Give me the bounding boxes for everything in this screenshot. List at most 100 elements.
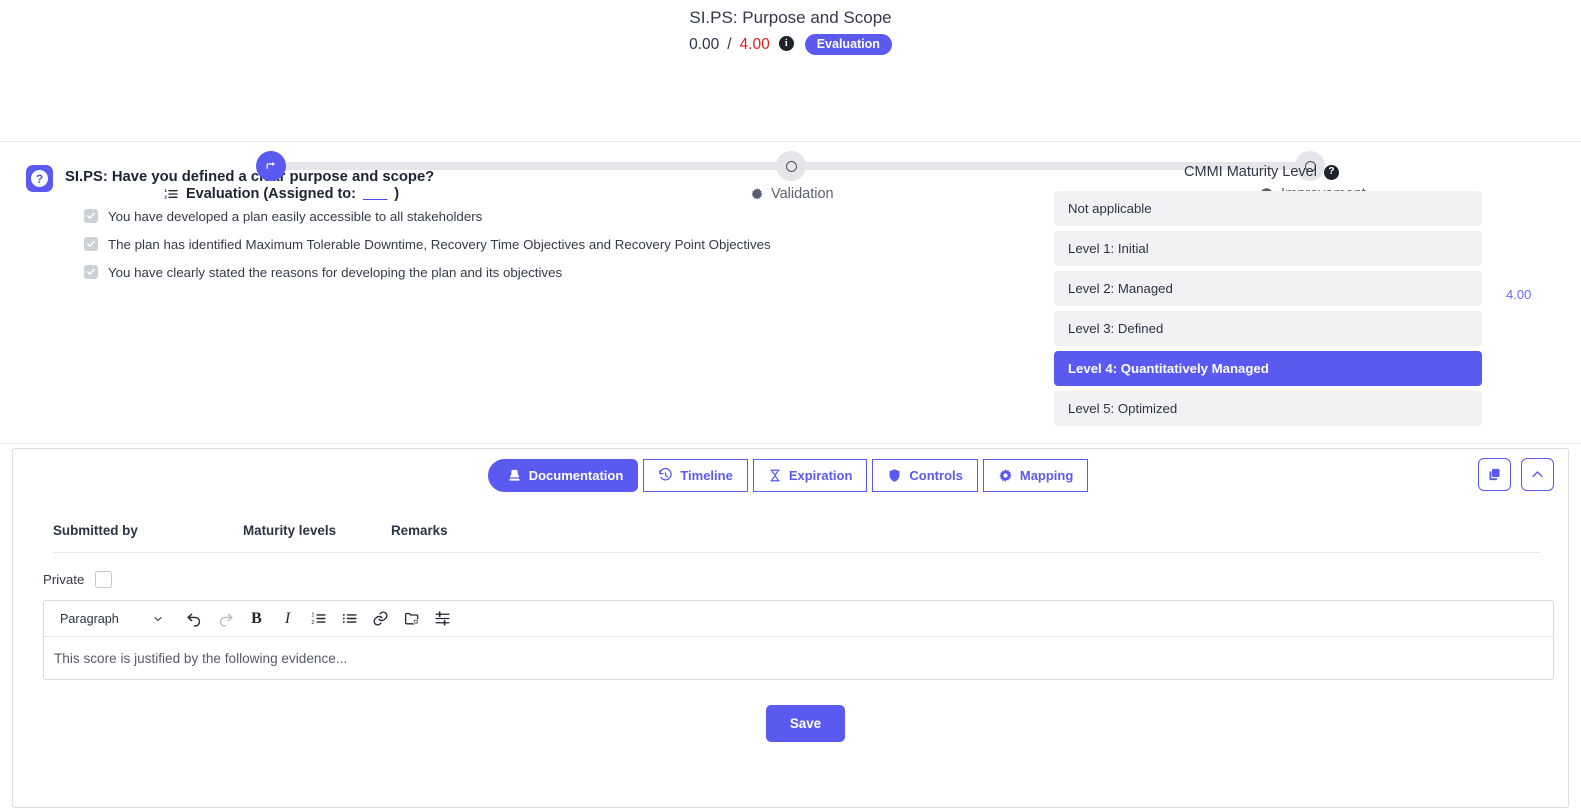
rich-text-editor: Paragraph B I 1 2 This score is justifie…	[43, 600, 1554, 680]
ordered-list-icon: 1 2	[311, 613, 326, 626]
maturity-level-option[interactable]: Level 5: Optimized	[1054, 391, 1482, 426]
tab-documentation[interactable]: Documentation	[487, 458, 639, 492]
criterion-checkbox[interactable]	[84, 237, 98, 251]
svg-text:2: 2	[311, 620, 314, 626]
shield-icon	[889, 468, 900, 482]
duplicate-button[interactable]	[1478, 458, 1511, 491]
undo-button[interactable]	[180, 605, 209, 633]
tab-label: Mapping	[1019, 467, 1074, 483]
stepper-text-validation: Validation	[771, 186, 834, 202]
tab-expiration[interactable]: Expiration	[752, 458, 868, 492]
max-score: 4.00	[739, 35, 770, 53]
tab-action-buttons	[1478, 458, 1554, 491]
tab-mapping[interactable]: Mapping	[982, 458, 1089, 492]
insert-media-button[interactable]	[397, 605, 426, 633]
remark-editor-zone: Private Paragraph B I 1 2 This score is …	[13, 553, 1568, 742]
maturity-level-option[interactable]: Level 1: Initial	[1054, 231, 1482, 266]
maturity-level-option[interactable]: Not applicable	[1054, 191, 1482, 226]
question-panel: ? SI.PS: Have you defined a clear purpos…	[0, 164, 1040, 432]
criterion-label: You have clearly stated the reasons for …	[108, 264, 563, 280]
svg-text:1: 1	[164, 188, 167, 193]
tab-label: Timeline	[680, 467, 733, 483]
score-summary: 0.00 / 4.00 i Evaluation	[0, 34, 1581, 55]
copy-icon	[1489, 468, 1500, 481]
tab-label: Documentation	[528, 467, 624, 483]
svg-text:1: 1	[311, 613, 314, 619]
maturity-level-list: Not applicable Level 1: Initial Level 2:…	[1054, 191, 1482, 426]
redo-icon	[219, 613, 233, 627]
check-icon	[86, 240, 96, 247]
maturity-title-text: CMMI Maturity Level	[1184, 164, 1317, 180]
editor-toolbar: Paragraph B I 1 2	[44, 601, 1553, 637]
private-checkbox[interactable]	[95, 571, 113, 588]
block-format-value: Paragraph	[60, 611, 119, 626]
hourglass-icon	[770, 469, 780, 481]
link-icon	[373, 611, 388, 626]
criterion-row[interactable]: You have developed a plan easily accessi…	[84, 202, 1040, 230]
stepper-text-evaluation: Evaluation (Assigned to:	[186, 186, 356, 202]
save-row: Save	[43, 705, 1568, 742]
check-icon	[86, 268, 96, 275]
tab-label: Controls	[909, 467, 963, 483]
italic-button[interactable]: I	[273, 605, 302, 633]
criterion-checkbox[interactable]	[84, 209, 98, 223]
pen-icon	[266, 161, 275, 169]
stepper-label-validation[interactable]: Validation	[750, 186, 834, 202]
maturity-level-option-selected[interactable]: Level 4: Quantitatively Managed	[1054, 351, 1482, 386]
bullet-list-button[interactable]	[335, 605, 364, 633]
bullet-list-icon	[342, 614, 357, 623]
score-separator: /	[727, 35, 732, 53]
undo-icon	[187, 613, 201, 627]
gear-icon	[751, 188, 763, 200]
help-icon[interactable]: ?	[1323, 164, 1339, 180]
ordered-list-button[interactable]: 1 2	[304, 605, 333, 633]
page-header: SI.PS: Purpose and Scope 0.00 / 4.00 i E…	[0, 0, 1581, 55]
tab-bar: Documentation Timeline Expiration Contro…	[13, 449, 1568, 501]
insert-media-icon	[404, 612, 419, 625]
maturity-level-option[interactable]: Level 3: Defined	[1054, 311, 1482, 346]
submissions-table: Submitted by Maturity levels Remarks	[13, 501, 1568, 553]
tab-controls[interactable]: Controls	[872, 458, 978, 492]
criteria-list: You have developed a plan easily accessi…	[26, 202, 1040, 286]
svg-text:2: 2	[164, 195, 167, 200]
chevron-down-icon	[154, 616, 162, 621]
remark-textarea[interactable]: This score is justified by the following…	[44, 637, 1553, 679]
column-header-maturity-levels: Maturity levels	[243, 523, 337, 538]
status-badge: Evaluation	[804, 34, 892, 55]
column-header-remarks: Remarks	[391, 523, 448, 538]
criterion-row[interactable]: The plan has identified Maximum Tolerabl…	[84, 230, 1040, 258]
bold-button[interactable]: B	[242, 605, 271, 633]
maturity-panel: CMMI Maturity Level ? Not applicable Lev…	[1040, 164, 1581, 432]
save-button[interactable]: Save	[765, 705, 846, 742]
workflow-stepper: 1 2 Evaluation (Assigned to: ___ ) Valid…	[0, 69, 1581, 202]
private-label: Private	[43, 572, 85, 587]
link-button[interactable]	[366, 605, 395, 633]
tab-timeline[interactable]: Timeline	[643, 458, 748, 492]
column-header-submitted-by: Submitted by	[53, 523, 138, 538]
maturity-level-option[interactable]: Level 2: Managed	[1054, 271, 1482, 306]
horizontal-rule-button[interactable]	[428, 605, 457, 633]
criterion-checkbox[interactable]	[84, 265, 98, 279]
private-toggle-row: Private	[43, 571, 1568, 588]
gear-mapping-icon	[999, 468, 1012, 482]
stepper-node-evaluation[interactable]	[256, 151, 286, 181]
block-format-select[interactable]: Paragraph	[52, 606, 170, 632]
criterion-row[interactable]: You have clearly stated the reasons for …	[84, 258, 1040, 286]
page-title: SI.PS: Purpose and Scope	[689, 8, 892, 27]
documentation-card: Documentation Timeline Expiration Contro…	[12, 448, 1569, 808]
collapse-button[interactable]	[1521, 458, 1554, 491]
section-divider	[0, 443, 1581, 444]
tab-label: Expiration	[788, 467, 853, 483]
redo-button[interactable]	[211, 605, 240, 633]
criterion-label: The plan has identified Maximum Tolerabl…	[108, 236, 771, 252]
stamp-icon	[509, 469, 520, 481]
current-score: 0.00	[689, 35, 720, 53]
maturity-title: CMMI Maturity Level ?	[1040, 164, 1575, 180]
info-icon[interactable]: i	[778, 36, 794, 51]
stepper-node-validation[interactable]	[776, 151, 806, 181]
history-clock-icon	[659, 467, 672, 480]
stepper-label-evaluation[interactable]: 1 2 Evaluation (Assigned to: ___ )	[163, 186, 399, 202]
circle-icon	[785, 160, 797, 172]
criterion-label: You have developed a plan easily accessi…	[108, 208, 483, 224]
assignee-link[interactable]: ___	[363, 186, 387, 202]
